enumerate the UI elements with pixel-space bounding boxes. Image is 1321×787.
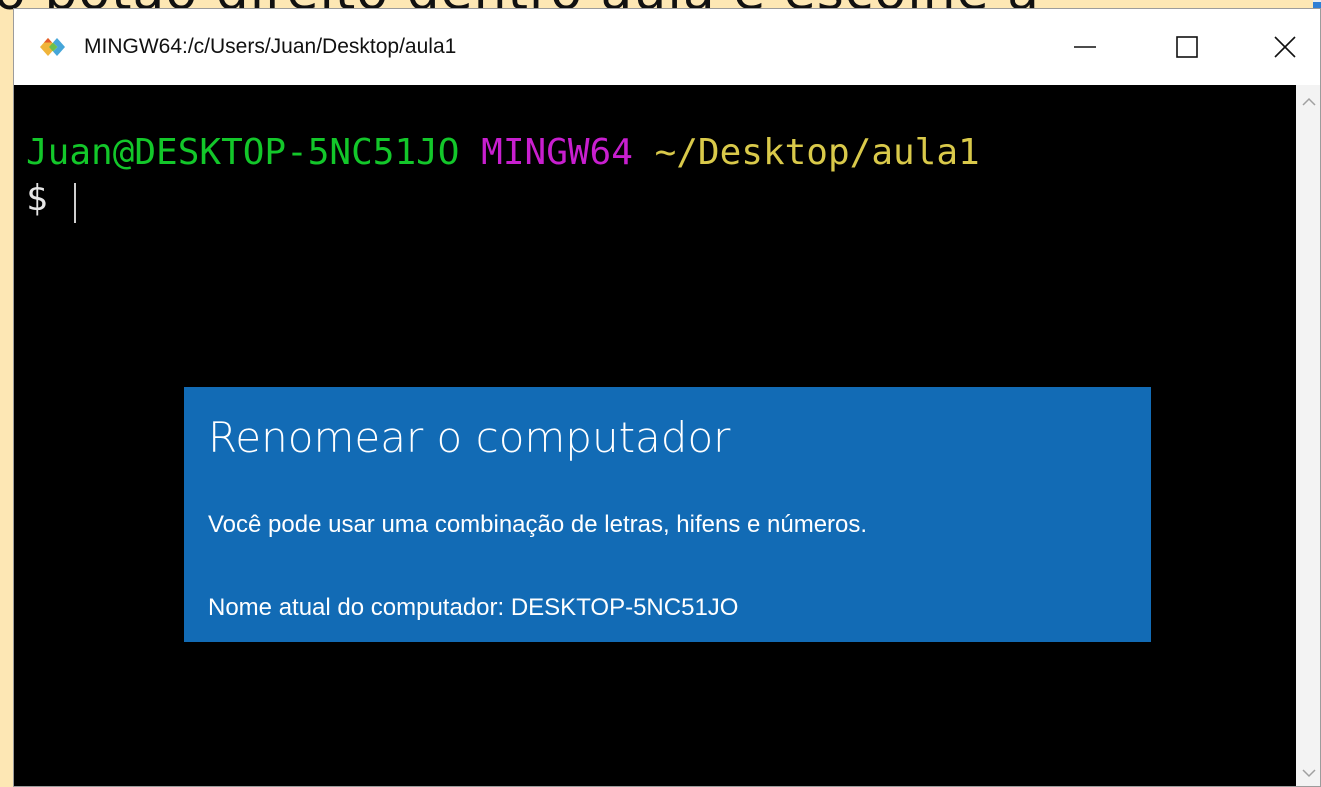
close-icon [1274,36,1296,58]
vertical-scrollbar[interactable] [1296,85,1320,786]
scroll-up-icon[interactable] [1302,97,1316,107]
scroll-down-icon[interactable] [1302,768,1316,778]
current-computer-name: Nome atual do computador: DESKTOP-5NC51J… [208,594,739,621]
terminal-area[interactable]: Juan@DESKTOP-5NC51JO MINGW64 ~/Desktop/a… [14,85,1296,786]
prompt-path: ~/Desktop/aula1 [654,132,980,173]
terminal-window: MINGW64:/c/Users/Juan/Desktop/aula1 Juan… [13,8,1321,787]
git-bash-icon [40,38,65,56]
panel-description: Você pode usar uma combinação de letras,… [208,511,868,538]
prompt-shell: MINGW64 [481,132,633,173]
rename-computer-panel: Renomear o computador Você pode usar uma… [184,387,1151,642]
text-cursor [74,183,76,223]
prompt-symbol: $ [26,178,48,219]
prompt-line: Juan@DESKTOP-5NC51JO MINGW64 ~/Desktop/a… [26,131,980,175]
maximize-button[interactable] [1152,19,1222,75]
prompt-user-host: Juan@DESKTOP-5NC51JO [26,132,460,173]
panel-title: Renomear o computador [208,413,731,462]
title-bar[interactable]: MINGW64:/c/Users/Juan/Desktop/aula1 [14,9,1320,85]
minimize-icon [1074,46,1096,48]
maximize-icon [1176,36,1198,58]
window-title: MINGW64:/c/Users/Juan/Desktop/aula1 [84,35,457,58]
close-button[interactable] [1250,19,1320,75]
minimize-button[interactable] [1050,19,1120,75]
